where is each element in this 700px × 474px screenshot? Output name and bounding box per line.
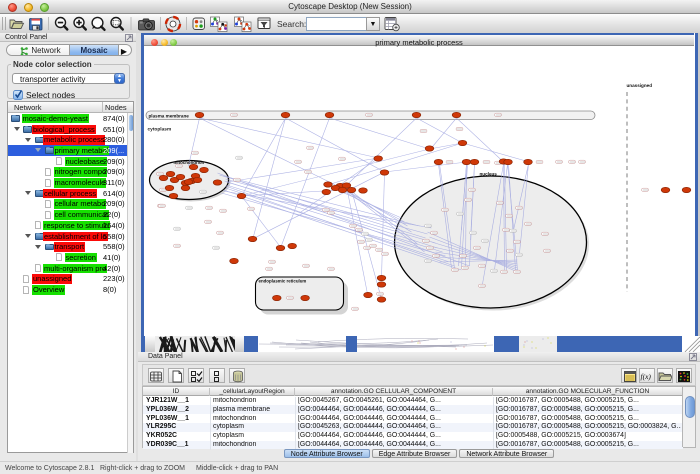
svg-text:nucleus: nucleus [480,172,498,177]
svg-text:endoplasmic reticulum: endoplasmic reticulum [259,279,307,284]
svg-text:mitochondrion: mitochondrion [174,160,205,165]
svg-text:unassigned: unassigned [627,83,653,88]
svg-text:plasma membrane: plasma membrane [149,114,190,119]
svg-text:cytoplasm: cytoplasm [148,127,172,133]
svg-text:f(x): f(x) [641,372,652,381]
